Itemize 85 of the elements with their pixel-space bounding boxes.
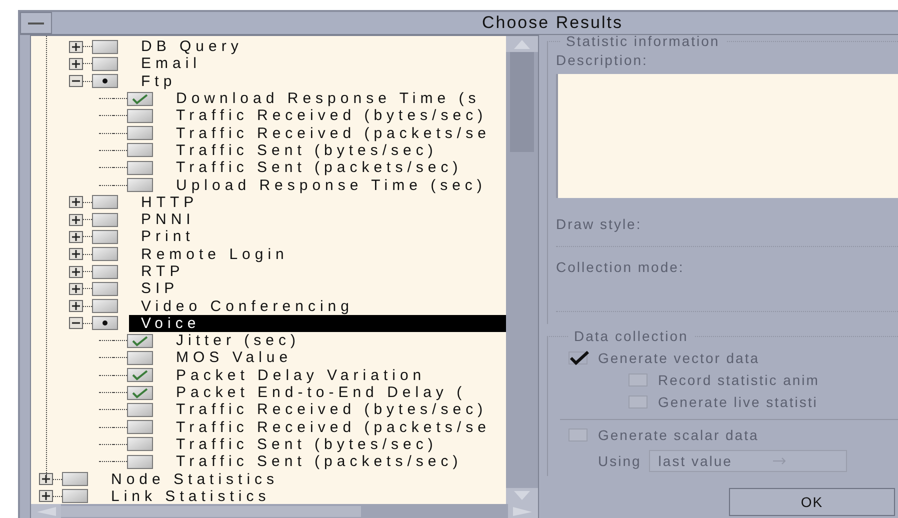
checkbox[interactable] xyxy=(127,334,153,348)
tree-item-label[interactable]: Ftp xyxy=(129,72,176,90)
checkbox[interactable] xyxy=(92,56,118,71)
checkbox[interactable] xyxy=(127,160,153,175)
tree-item-label[interactable]: Download Response Time (s xyxy=(164,90,480,108)
expand-icon[interactable] xyxy=(69,230,83,243)
option-label: Generate live statisti xyxy=(658,394,818,410)
tree-item-label[interactable]: Upload Response Time (sec) xyxy=(164,176,486,194)
checkbox[interactable] xyxy=(62,472,88,486)
tree-item-label[interactable]: Packet End-to-End Delay ( xyxy=(164,384,466,402)
collapse-icon[interactable] xyxy=(69,317,83,330)
tree-item-label[interactable]: SIP xyxy=(129,280,179,298)
tree-item-label[interactable]: Voice xyxy=(129,314,506,332)
tree-item-label[interactable]: PNNI xyxy=(129,211,195,228)
tree-item-label[interactable]: Traffic Sent (packets/sec) xyxy=(164,453,462,470)
tree-item-label[interactable]: Link Statistics xyxy=(99,488,270,504)
checkbox[interactable] xyxy=(92,316,118,330)
checkbox[interactable] xyxy=(92,299,118,314)
expand-icon[interactable] xyxy=(69,196,83,208)
tree-item-label[interactable]: Remote Login xyxy=(129,246,288,263)
group-legend: Statistic information xyxy=(560,35,726,49)
expand-icon[interactable] xyxy=(69,248,83,260)
checkbox[interactable] xyxy=(127,454,153,469)
tree-item-label[interactable]: Email xyxy=(129,55,202,72)
tree-item-label[interactable]: Traffic Received (packets/se xyxy=(164,124,490,142)
tree-item-label[interactable]: Print xyxy=(129,228,194,246)
checkbox[interactable] xyxy=(127,402,153,417)
option-label: Record statistic anim xyxy=(658,372,820,388)
expand-icon[interactable] xyxy=(69,214,83,226)
tree-item-label[interactable]: Traffic Sent (packets/sec) xyxy=(164,159,462,176)
description-field[interactable] xyxy=(556,74,898,198)
checkbox[interactable] xyxy=(92,74,118,88)
tree-item-label[interactable]: Jitter (sec) xyxy=(164,332,300,350)
dash-icon xyxy=(28,22,44,24)
expand-icon[interactable] xyxy=(39,473,53,486)
tree-item-label[interactable]: Traffic Received (bytes/sec) xyxy=(164,401,488,418)
tree-item-label[interactable]: RTP xyxy=(129,263,184,280)
checkbox[interactable] xyxy=(92,247,118,262)
tree-item-label[interactable]: Video Conferencing xyxy=(129,298,354,315)
expand-icon[interactable] xyxy=(69,58,83,70)
description-label: Description: xyxy=(556,52,649,68)
tree-item-label[interactable]: MOS Value xyxy=(164,349,292,366)
scrollbar-thumb[interactable] xyxy=(510,52,534,152)
checkbox[interactable] xyxy=(92,230,118,244)
tree-item-label[interactable]: Traffic Sent (bytes/sec) xyxy=(164,142,438,159)
horizontal-scrollbar-thumb[interactable] xyxy=(61,506,361,517)
ok-button[interactable]: OK xyxy=(729,488,895,516)
checkbox[interactable] xyxy=(92,195,118,210)
group-legend: Data collection xyxy=(568,328,694,344)
using-label: Using xyxy=(598,453,642,469)
checkbox[interactable] xyxy=(127,126,153,140)
expand-icon[interactable] xyxy=(69,300,83,312)
checkbox[interactable] xyxy=(62,489,88,504)
checkbox[interactable] xyxy=(127,386,153,400)
draw-style-label: Draw style: xyxy=(556,216,643,232)
checkbox[interactable] xyxy=(127,437,153,452)
expand-icon[interactable] xyxy=(69,40,83,53)
collection-mode-label: Collection mode: xyxy=(556,259,686,275)
checkbox[interactable] xyxy=(92,282,118,296)
option-label: Generate vector data xyxy=(598,350,760,366)
tree-item-label[interactable]: Traffic Received (bytes/sec) xyxy=(164,107,488,124)
tree-item-label[interactable]: Traffic Sent (bytes/sec) xyxy=(164,436,438,453)
checkbox[interactable] xyxy=(127,92,153,106)
checkbox[interactable] xyxy=(127,178,153,192)
window-title: Choose Results xyxy=(481,13,624,33)
window-menu-button[interactable] xyxy=(20,12,52,34)
option-label: Generate scalar data xyxy=(598,427,759,443)
checkbox[interactable] xyxy=(92,264,118,278)
collapse-icon[interactable] xyxy=(69,75,83,88)
tree-item-label[interactable]: Packet Delay Variation xyxy=(164,366,426,384)
checkbox[interactable] xyxy=(92,40,118,54)
checkbox[interactable] xyxy=(127,420,153,434)
checkbox[interactable] xyxy=(127,143,153,158)
checkbox[interactable] xyxy=(92,212,118,227)
tree-item-label[interactable]: DB Query xyxy=(129,38,243,56)
expand-icon[interactable] xyxy=(39,490,53,502)
tree-item-label[interactable]: HTTP xyxy=(129,194,198,211)
expand-icon[interactable] xyxy=(69,266,83,278)
tree-item-label[interactable]: Traffic Received (packets/se xyxy=(164,418,490,436)
checkbox[interactable] xyxy=(127,108,153,123)
checkbox[interactable] xyxy=(127,368,153,382)
expand-icon[interactable] xyxy=(69,282,83,295)
tree-item-label[interactable]: Node Statistics xyxy=(99,470,279,488)
checkbox[interactable] xyxy=(127,350,153,365)
dropdown-arrow-icon xyxy=(772,457,786,465)
